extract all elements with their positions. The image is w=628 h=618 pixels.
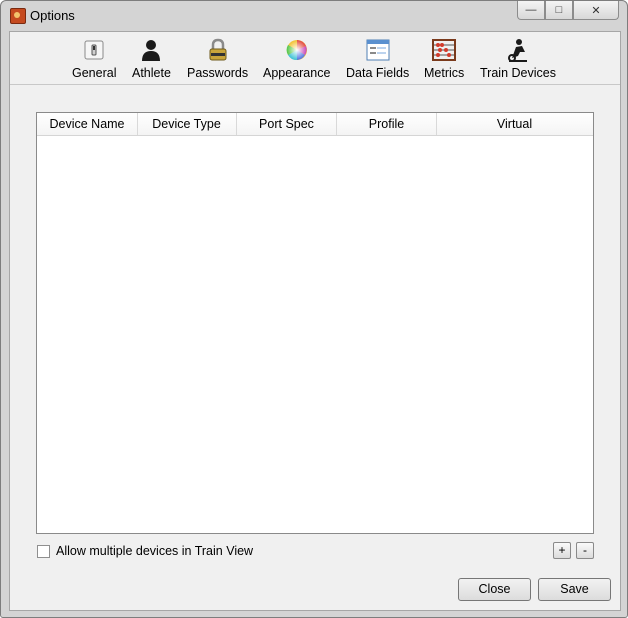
column-header-device-type[interactable]: Device Type (137, 113, 237, 135)
title-bar[interactable]: Options — □ ✕ (1, 1, 627, 31)
padlock-icon (206, 38, 230, 62)
window-controls: — □ ✕ (517, 1, 619, 20)
allow-multiple-devices-label: Allow multiple devices in Train View (56, 544, 254, 558)
window-title: Options (30, 8, 75, 23)
tab-data-fields-label: Data Fields (346, 66, 410, 80)
app-icon (10, 8, 26, 24)
close-button[interactable]: Close (458, 578, 531, 601)
save-button[interactable]: Save (538, 578, 611, 601)
tab-metrics[interactable]: Metrics (424, 38, 464, 80)
add-device-button[interactable]: + (553, 542, 571, 559)
tab-appearance[interactable]: Appearance (263, 38, 330, 80)
person-icon (139, 38, 163, 62)
tab-metrics-label: Metrics (424, 66, 465, 80)
tab-general-label: General (72, 66, 117, 80)
remove-device-button[interactable]: - (576, 542, 594, 559)
column-header-profile[interactable]: Profile (337, 113, 437, 135)
tab-passwords-label: Passwords (187, 66, 249, 80)
allow-multiple-devices-checkbox[interactable] (37, 544, 50, 558)
tab-athlete[interactable]: Athlete (132, 38, 171, 80)
form-window-icon (366, 38, 390, 62)
tab-general[interactable]: General (72, 38, 116, 80)
tab-train-devices[interactable]: Train Devices (480, 38, 556, 80)
options-content: General Athlete Passwords Appearance Dat… (9, 31, 621, 611)
switch-icon (82, 38, 106, 62)
options-window: Options — □ ✕ General Athlete Passwords … (0, 0, 628, 618)
column-header-device-name[interactable]: Device Name (37, 113, 138, 135)
tab-passwords[interactable]: Passwords (187, 38, 248, 80)
tab-appearance-label: Appearance (263, 66, 331, 80)
color-wheel-icon (285, 38, 309, 62)
tab-train-devices-label: Train Devices (480, 66, 556, 80)
close-window-button[interactable]: ✕ (573, 1, 619, 20)
minimize-button[interactable]: — (517, 1, 545, 20)
maximize-button[interactable]: □ (545, 1, 573, 20)
tab-data-fields[interactable]: Data Fields (346, 38, 409, 80)
abacus-icon (432, 38, 457, 62)
table-header: Device Name Device Type Port Spec Profil… (37, 113, 593, 136)
trainer-icon (506, 38, 530, 62)
column-header-port-spec[interactable]: Port Spec (237, 113, 337, 135)
devices-table[interactable]: Device Name Device Type Port Spec Profil… (36, 112, 594, 534)
tab-athlete-label: Athlete (132, 66, 171, 80)
column-header-virtual[interactable]: Virtual (437, 113, 592, 135)
options-toolbar: General Athlete Passwords Appearance Dat… (10, 32, 620, 85)
allow-multiple-devices-option[interactable]: Allow multiple devices in Train View (37, 544, 253, 558)
